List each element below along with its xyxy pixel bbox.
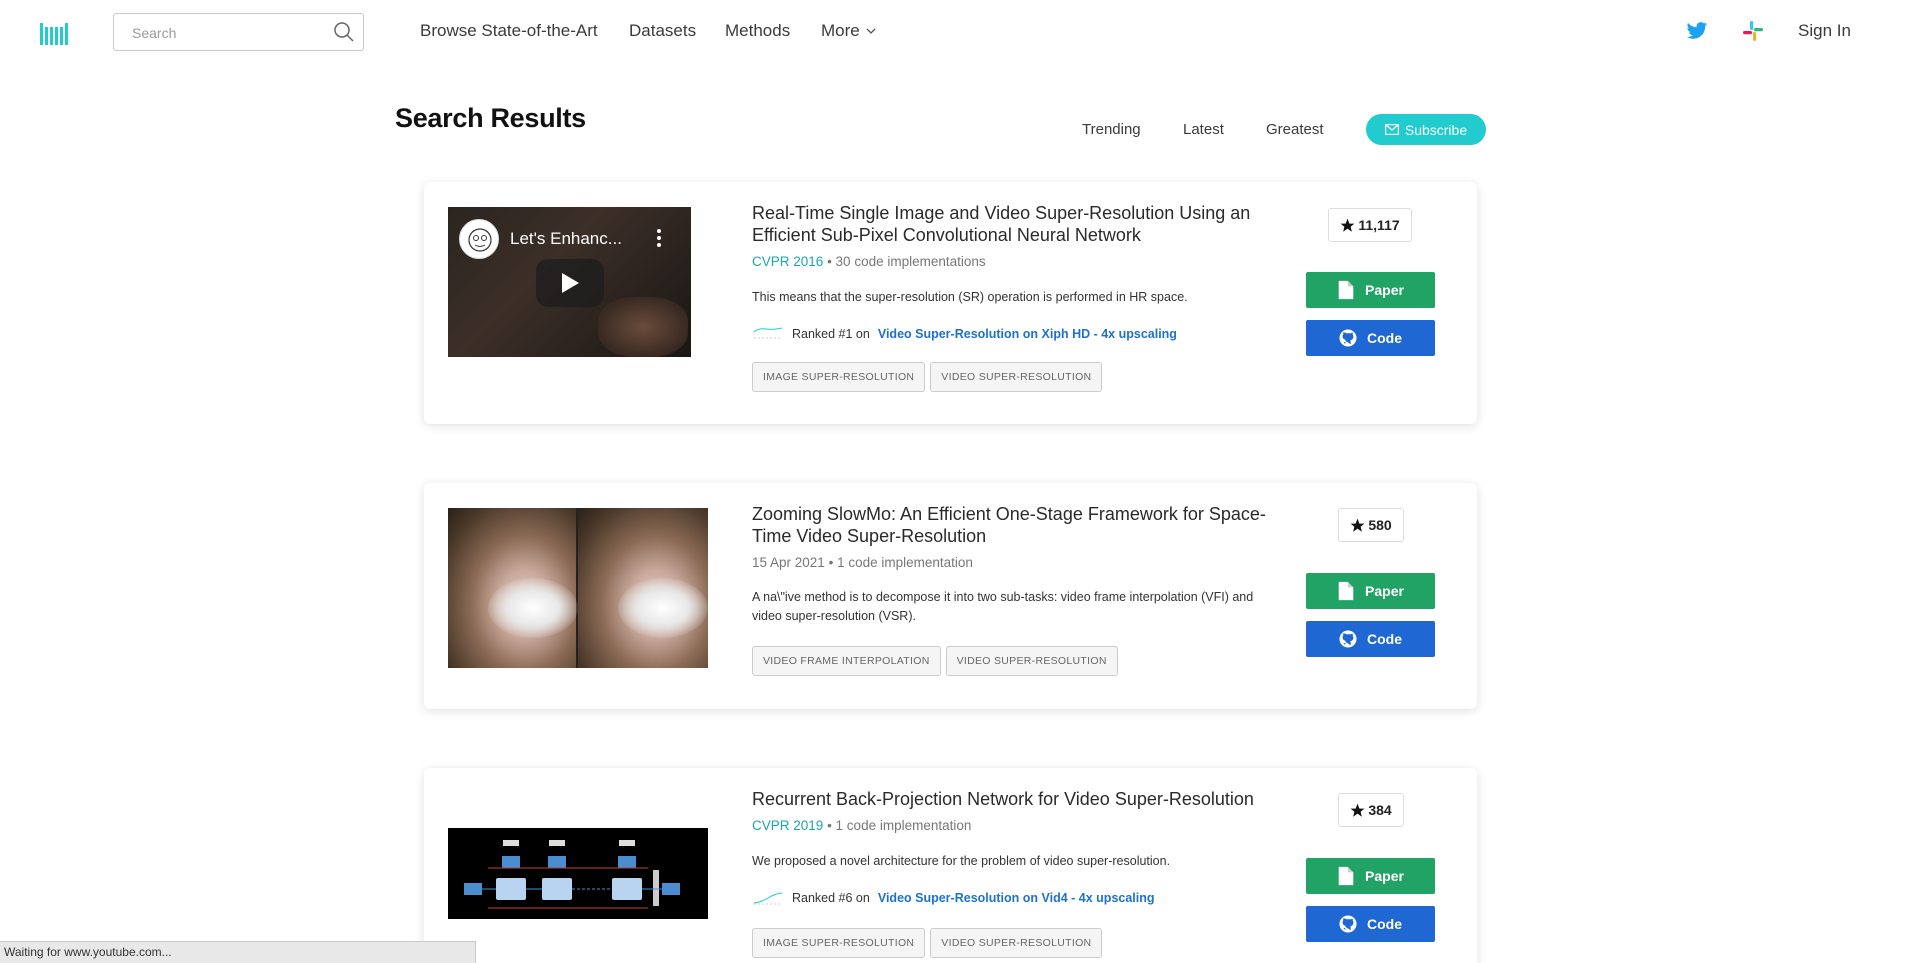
- more-vert-icon[interactable]: [657, 229, 661, 247]
- star-icon: [1350, 518, 1365, 532]
- video-thumbnail[interactable]: Let's Enhanc...: [448, 207, 691, 357]
- tag-list: IMAGE SUPER-RESOLUTION VIDEO SUPER-RESOL…: [752, 362, 1103, 392]
- paper-title[interactable]: Real-Time Single Image and Video Super-R…: [752, 202, 1282, 246]
- bullet: •: [828, 555, 838, 570]
- sign-in-link[interactable]: Sign In: [1798, 21, 1851, 41]
- code-button[interactable]: Code: [1306, 320, 1435, 356]
- code-button[interactable]: Code: [1306, 621, 1435, 657]
- twitter-icon[interactable]: [1686, 21, 1708, 41]
- channel-avatar: [459, 219, 499, 259]
- tag-list: IMAGE SUPER-RESOLUTION VIDEO SUPER-RESOL…: [752, 928, 1103, 958]
- page-title: Search Results: [395, 103, 586, 133]
- github-icon: [1339, 630, 1357, 648]
- subscribe-label: Subscribe: [1404, 121, 1468, 138]
- logo-icon[interactable]: [40, 19, 68, 45]
- architecture-diagram: [464, 840, 680, 909]
- nav-more-label: More: [821, 21, 860, 40]
- browser-status-bar: Waiting for www.youtube.com...: [0, 941, 476, 963]
- chevron-down-icon: [866, 28, 876, 34]
- star-value: 580: [1368, 517, 1392, 533]
- implementations-count: 30 code implementations: [835, 254, 986, 269]
- paper-title[interactable]: Recurrent Back-Projection Network for Vi…: [752, 788, 1282, 810]
- star-count: 384: [1338, 793, 1404, 827]
- star-icon: [1340, 218, 1355, 232]
- star-icon: [1350, 803, 1365, 817]
- implementations-count: 1 code implementation: [837, 555, 973, 570]
- github-icon: [1339, 915, 1357, 933]
- sort-trending[interactable]: Trending: [1082, 121, 1141, 138]
- star-count: 580: [1338, 508, 1404, 542]
- tag[interactable]: VIDEO SUPER-RESOLUTION: [930, 362, 1103, 392]
- nav-methods[interactable]: Methods: [725, 21, 790, 41]
- file-icon: [1338, 866, 1354, 886]
- top-nav: Browse State-of-the-Art Datasets Methods…: [0, 0, 1907, 64]
- tag[interactable]: IMAGE SUPER-RESOLUTION: [752, 928, 926, 958]
- tag[interactable]: VIDEO SUPER-RESOLUTION: [930, 928, 1103, 958]
- paper-button[interactable]: Paper: [1306, 573, 1435, 609]
- paper-button[interactable]: Paper: [1306, 858, 1435, 894]
- rank-link[interactable]: Video Super-Resolution on Xiph HD - 4x u…: [878, 327, 1177, 341]
- paper-button-label: Paper: [1365, 282, 1404, 298]
- rank-link[interactable]: Video Super-Resolution on Vid4 - 4x upsc…: [878, 891, 1155, 905]
- subscribe-button[interactable]: Subscribe: [1366, 114, 1486, 145]
- rank-prefix: Ranked #1 on: [792, 327, 870, 341]
- play-button[interactable]: [536, 259, 604, 307]
- nav-more-dropdown[interactable]: More: [821, 21, 876, 41]
- bullet: •: [827, 818, 836, 833]
- sparkline-icon: [753, 327, 783, 339]
- paper-button-label: Paper: [1365, 583, 1404, 599]
- rank-info: Ranked #1 on Video Super-Resolution on X…: [752, 324, 1177, 344]
- sort-latest[interactable]: Latest: [1183, 121, 1224, 138]
- paper-meta: CVPR 2019 • 1 code implementation: [752, 818, 971, 833]
- nav-browse-sota[interactable]: Browse State-of-the-Art: [420, 21, 598, 41]
- star-count: 11,117: [1328, 208, 1412, 242]
- result-card: Recurrent Back-Projection Network for Vi…: [424, 768, 1477, 963]
- code-button-label: Code: [1367, 916, 1402, 932]
- paper-button[interactable]: Paper: [1306, 272, 1435, 308]
- paper-thumbnail[interactable]: [448, 508, 708, 668]
- implementations-count: 1 code implementation: [835, 818, 972, 833]
- star-value: 11,117: [1358, 217, 1400, 233]
- code-button-label: Code: [1367, 631, 1402, 647]
- code-button-label: Code: [1367, 330, 1402, 346]
- paper-meta: 15 Apr 2021 • 1 code implementation: [752, 555, 973, 570]
- paper-abstract: A na\"ive method is to decompose it into…: [752, 590, 1254, 623]
- paper-meta: CVPR 2016 • 30 code implementations: [752, 254, 986, 269]
- star-value: 384: [1368, 802, 1392, 818]
- paper-thumbnail[interactable]: [448, 828, 708, 919]
- bullet: •: [827, 254, 836, 269]
- nav-datasets[interactable]: Datasets: [629, 21, 696, 41]
- sparkline-icon: [753, 892, 783, 905]
- file-icon: [1338, 280, 1354, 300]
- paper-button-label: Paper: [1365, 868, 1404, 884]
- tag[interactable]: VIDEO SUPER-RESOLUTION: [945, 646, 1118, 676]
- publish-date: 15 Apr 2021: [752, 555, 825, 570]
- play-icon: [562, 273, 579, 293]
- envelope-icon: [1384, 124, 1399, 135]
- result-card: Let's Enhanc... Real-Time Single Image a…: [424, 182, 1477, 424]
- paper-title[interactable]: Zooming SlowMo: An Efficient One-Stage F…: [752, 503, 1282, 547]
- tag-list: VIDEO FRAME INTERPOLATION VIDEO SUPER-RE…: [752, 646, 1118, 676]
- github-icon: [1339, 329, 1357, 347]
- video-title: Let's Enhanc...: [510, 229, 622, 248]
- search-icon[interactable]: [333, 21, 355, 43]
- file-icon: [1338, 581, 1354, 601]
- search-box: [113, 13, 364, 51]
- tag[interactable]: VIDEO FRAME INTERPOLATION: [752, 646, 941, 676]
- result-card: Zooming SlowMo: An Efficient One-Stage F…: [424, 483, 1477, 709]
- slack-icon[interactable]: [1742, 20, 1764, 42]
- paper-abstract: We proposed a novel architecture for the…: [752, 854, 1171, 868]
- search-input[interactable]: [132, 23, 322, 43]
- venue-link[interactable]: CVPR 2016: [752, 254, 823, 269]
- sort-greatest[interactable]: Greatest: [1266, 121, 1324, 138]
- venue-link[interactable]: CVPR 2019: [752, 818, 823, 833]
- rank-info: Ranked #6 on Video Super-Resolution on V…: [752, 888, 1155, 908]
- code-button[interactable]: Code: [1306, 906, 1435, 942]
- paper-abstract: This means that the super-resolution (SR…: [752, 290, 1188, 304]
- rank-prefix: Ranked #6 on: [792, 891, 870, 905]
- tag[interactable]: IMAGE SUPER-RESOLUTION: [752, 362, 926, 392]
